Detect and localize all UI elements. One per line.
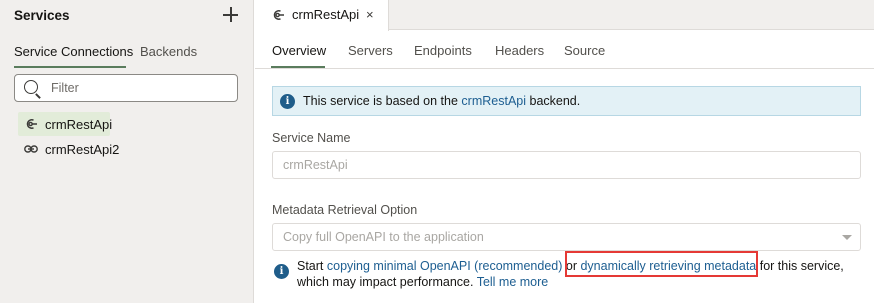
plus-icon[interactable] [222,4,240,24]
divider [255,68,874,69]
tab-crmrestapi[interactable]: crmRestApi × [255,0,389,31]
service-name-value: crmRestApi [283,158,348,172]
services-panel: Services Service Connections Backends cr… [0,0,254,303]
help-line-2: which may impact performance. Tell me mo… [297,274,548,290]
panel-title: Services [14,8,70,23]
active-tab-indicator [14,66,126,68]
tab-servers[interactable]: Servers [348,43,393,58]
list-item-label: crmRestApi2 [45,141,120,157]
metadata-option-select[interactable]: Copy full OpenAPI to the application [272,223,861,251]
tab-label: crmRestApi [292,7,360,22]
service-name-label: Service Name [272,131,351,145]
service-name-field[interactable]: crmRestApi [272,151,861,179]
service-connection-icon [271,8,285,22]
tab-service-connections[interactable]: Service Connections [14,44,133,59]
help-start: Start [297,259,327,273]
banner-suffix: backend. [526,94,581,108]
tab-backends[interactable]: Backends [140,44,197,59]
metadata-option-value: Copy full OpenAPI to the application [283,230,484,244]
info-icon: i [274,264,289,279]
tab-overview[interactable]: Overview [272,43,326,58]
backend-link[interactable]: crmRestApi [461,94,526,108]
filter-field[interactable] [14,74,238,102]
tell-me-more-link[interactable]: Tell me more [477,275,549,289]
search-icon [24,80,38,94]
tab-headers[interactable]: Headers [495,43,544,58]
copy-minimal-openapi-link[interactable]: copying minimal OpenAPI (recommended) [327,259,563,273]
service-connection-icon [24,117,38,131]
info-icon: i [280,94,295,109]
list-item-label: crmRestApi [45,116,113,132]
help-line2-text: which may impact performance. [297,275,477,289]
metadata-option-label: Metadata Retrieval Option [272,203,418,217]
close-icon[interactable]: × [366,7,374,23]
link-icon [24,142,38,156]
tab-source[interactable]: Source [564,43,605,58]
chevron-down-icon [842,235,852,240]
dynamic-metadata-link[interactable]: dynamically retrieving metadata [580,259,756,273]
banner-prefix: This service is based on the [303,94,462,108]
filter-input[interactable] [51,79,231,97]
tab-endpoints[interactable]: Endpoints [414,43,472,58]
list-item-crmrestapi2[interactable]: crmRestApi2 [18,137,125,161]
list-item-crmrestapi[interactable]: crmRestApi [18,112,113,136]
info-banner: i This service is based on the crmRestAp… [272,86,861,116]
help-or: or [562,259,581,273]
banner-text: This service is based on the crmRestApi … [303,94,580,108]
help-line-1: Start copying minimal OpenAPI (recommend… [297,258,844,274]
help-after: for this service, [756,259,844,273]
document-tab-bar: crmRestApi × [255,0,874,31]
